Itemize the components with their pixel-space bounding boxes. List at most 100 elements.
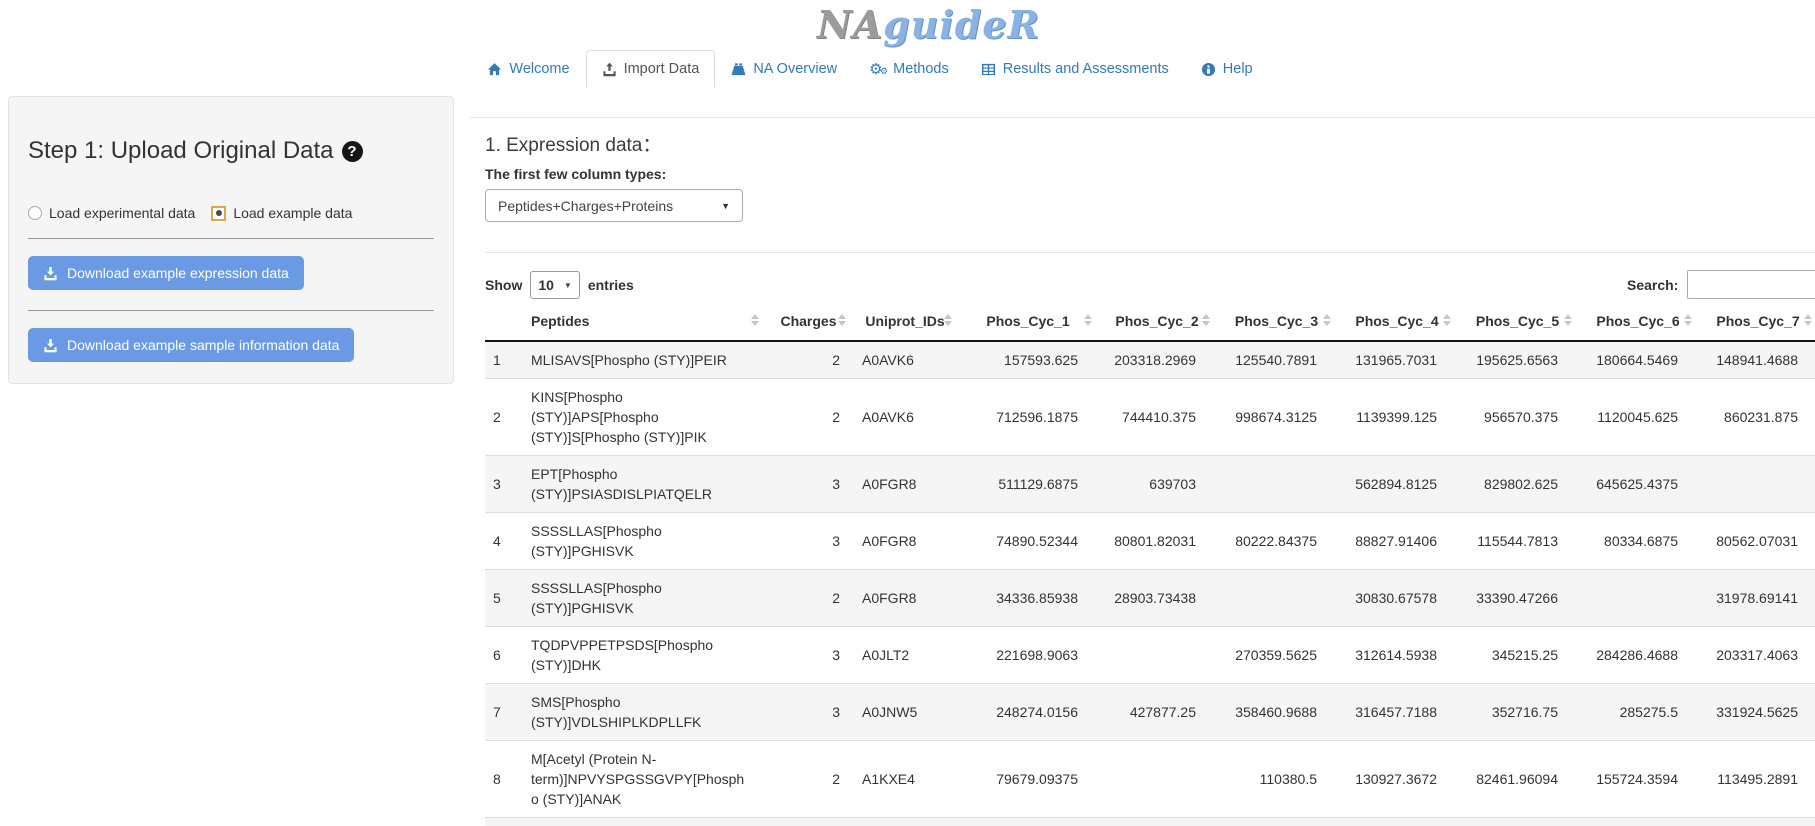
val-cell: 562894.8125 bbox=[1337, 456, 1457, 513]
column-header-phos_cyc_6[interactable]: Phos_Cyc_6 bbox=[1578, 302, 1698, 341]
row-number-cell: 2 bbox=[485, 379, 523, 456]
download-sample-info-button[interactable]: Download example sample information data bbox=[28, 328, 354, 362]
val-cell: 30830.67578 bbox=[1337, 570, 1457, 627]
sort-icon bbox=[1443, 314, 1451, 326]
column-header-phos_cyc_4[interactable]: Phos_Cyc_4 bbox=[1337, 302, 1457, 341]
val-cell: 956570.375 bbox=[1457, 379, 1578, 456]
val-cell: 203317.4063 bbox=[1698, 627, 1815, 684]
radio-load-experimental[interactable]: Load experimental data bbox=[28, 205, 195, 221]
row-number-cell: 4 bbox=[485, 513, 523, 570]
val-cell: 79679.09375 bbox=[958, 741, 1098, 818]
val-cell: 80562.07031 bbox=[1698, 513, 1815, 570]
tab-na-overview[interactable]: NA Overview bbox=[715, 50, 853, 88]
radio-selected-icon[interactable] bbox=[211, 206, 226, 221]
table-icon bbox=[981, 62, 996, 77]
table-row-partial bbox=[485, 818, 1815, 826]
uni-cell: A0FGR8 bbox=[852, 513, 958, 570]
home-icon bbox=[487, 62, 502, 77]
val-cell: 88827.91406 bbox=[1337, 513, 1457, 570]
val-cell: 270359.5625 bbox=[1216, 627, 1337, 684]
tab-import-data[interactable]: Import Data bbox=[586, 50, 716, 88]
val-cell: 110380.5 bbox=[1216, 741, 1337, 818]
column-types-value: Peptides+Charges+Proteins bbox=[498, 198, 673, 214]
val-cell: 1139399.125 bbox=[1337, 379, 1457, 456]
val-cell bbox=[1216, 570, 1337, 627]
pep-cell: SMS[Phospho (STY)]VDLSHIPLKDPLLFK bbox=[523, 684, 765, 741]
column-header-charges[interactable]: Charges bbox=[765, 302, 852, 341]
download-icon bbox=[43, 338, 58, 353]
val-cell: 80222.84375 bbox=[1216, 513, 1337, 570]
val-cell: 998674.3125 bbox=[1216, 379, 1337, 456]
upload-sidebar: Step 1: Upload Original Data ? Load expe… bbox=[8, 96, 454, 384]
column-types-select[interactable]: Peptides+Charges+Proteins ▼ bbox=[485, 189, 743, 222]
sidebar-title-text: Step 1: Upload Original Data bbox=[28, 137, 334, 165]
val-cell: 148941.4688 bbox=[1698, 341, 1815, 379]
val-cell: 427877.25 bbox=[1098, 684, 1216, 741]
table-row: 6TQDPVPPETPSDS[Phospho (STY)]DHK3A0JLT22… bbox=[485, 627, 1815, 684]
charge-cell: 3 bbox=[765, 513, 852, 570]
row-number-cell: 7 bbox=[485, 684, 523, 741]
sidebar-divider bbox=[28, 310, 434, 311]
uni-cell: A1KXE4 bbox=[852, 741, 958, 818]
table-search-control: Search: bbox=[1627, 270, 1815, 299]
table-body: 1MLISAVS[Phospho (STY)]PEIR2A0AVK6157593… bbox=[485, 341, 1815, 826]
header: NAguideR bbox=[0, 4, 1815, 46]
sidebar-divider bbox=[28, 238, 434, 239]
column-header-peptides[interactable]: Peptides bbox=[523, 302, 765, 341]
row-number-cell: 8 bbox=[485, 741, 523, 818]
val-cell: 639703 bbox=[1098, 456, 1216, 513]
search-input[interactable] bbox=[1687, 270, 1815, 299]
val-cell: 744410.375 bbox=[1098, 379, 1216, 456]
page-length-select[interactable]: 10 ▼ bbox=[530, 271, 580, 299]
val-cell: 284286.4688 bbox=[1578, 627, 1698, 684]
uni-cell: A0AVK6 bbox=[852, 379, 958, 456]
gears-icon: ⚙⚙ bbox=[869, 62, 886, 77]
column-header-phos_cyc_7[interactable]: Phos_Cyc_7 bbox=[1698, 302, 1815, 341]
tab-label: Welcome bbox=[509, 61, 569, 77]
val-cell: 113495.2891 bbox=[1698, 741, 1815, 818]
column-header-phos_cyc_2[interactable]: Phos_Cyc_2 bbox=[1098, 302, 1216, 341]
val-cell: 155724.3594 bbox=[1578, 741, 1698, 818]
expression-data-title: 1. Expression data： bbox=[485, 130, 661, 157]
tab-help[interactable]: Help bbox=[1185, 50, 1269, 88]
entries-label: entries bbox=[588, 277, 634, 293]
sort-icon bbox=[1084, 314, 1092, 326]
val-cell: 1120045.625 bbox=[1578, 379, 1698, 456]
val-cell: 80801.82031 bbox=[1098, 513, 1216, 570]
column-header-rownum bbox=[485, 302, 523, 341]
val-cell bbox=[1098, 741, 1216, 818]
tab-label: Methods bbox=[893, 61, 949, 77]
val-cell: 28903.73438 bbox=[1098, 570, 1216, 627]
table-row: 8M[Acetyl (Protein N-term)]NPVYSPGSSGVPY… bbox=[485, 741, 1815, 818]
column-header-phos_cyc_3[interactable]: Phos_Cyc_3 bbox=[1216, 302, 1337, 341]
tab-methods[interactable]: ⚙⚙ Methods bbox=[853, 50, 965, 88]
download-expression-button[interactable]: Download example expression data bbox=[28, 256, 304, 290]
val-cell: 33390.47266 bbox=[1457, 570, 1578, 627]
radio-load-example[interactable]: Load example data bbox=[211, 205, 352, 221]
val-cell: 31978.69141 bbox=[1698, 570, 1815, 627]
column-header-uniprot_ids[interactable]: Uniprot_IDs bbox=[852, 302, 958, 341]
question-circle-icon[interactable]: ? bbox=[342, 141, 363, 162]
tab-results-assessments[interactable]: Results and Assessments bbox=[965, 50, 1185, 88]
button-label: Download example expression data bbox=[67, 265, 289, 281]
val-cell: 221698.9063 bbox=[958, 627, 1098, 684]
sort-icon bbox=[1804, 314, 1812, 326]
header-row: PeptidesChargesUniprot_IDs Phos_Cyc_1 Phos… bbox=[485, 302, 1815, 341]
tab-welcome[interactable]: Welcome bbox=[471, 50, 585, 88]
naguider-app: NAguideR Welcome Import Data NA Overview… bbox=[0, 0, 1815, 826]
uni-cell: A0AVK6 bbox=[852, 341, 958, 379]
column-header-phos_cyc_5[interactable]: Phos_Cyc_5 bbox=[1457, 302, 1578, 341]
val-cell: 316457.7188 bbox=[1337, 684, 1457, 741]
val-cell: 203318.2969 bbox=[1098, 341, 1216, 379]
val-cell: 115544.7813 bbox=[1457, 513, 1578, 570]
table-row: 2KINS[Phospho (STY)]APS[Phospho (STY)]S[… bbox=[485, 379, 1815, 456]
val-cell bbox=[1098, 627, 1216, 684]
table-row: 3EPT[Phospho (STY)]PSIASDISLPIATQELR3A0F… bbox=[485, 456, 1815, 513]
radio-unselected-icon[interactable] bbox=[28, 206, 42, 220]
data-source-radio-group: Load experimental data Load example data bbox=[28, 205, 434, 221]
pep-cell: SSSSLLAS[Phospho (STY)]PGHISVK bbox=[523, 513, 765, 570]
column-header-label: Phos_Cyc_1 bbox=[986, 313, 1069, 329]
val-cell bbox=[1578, 570, 1698, 627]
uni-cell: A0FGR8 bbox=[852, 570, 958, 627]
column-header-phos_cyc_1[interactable]: Phos_Cyc_1 bbox=[958, 302, 1098, 341]
